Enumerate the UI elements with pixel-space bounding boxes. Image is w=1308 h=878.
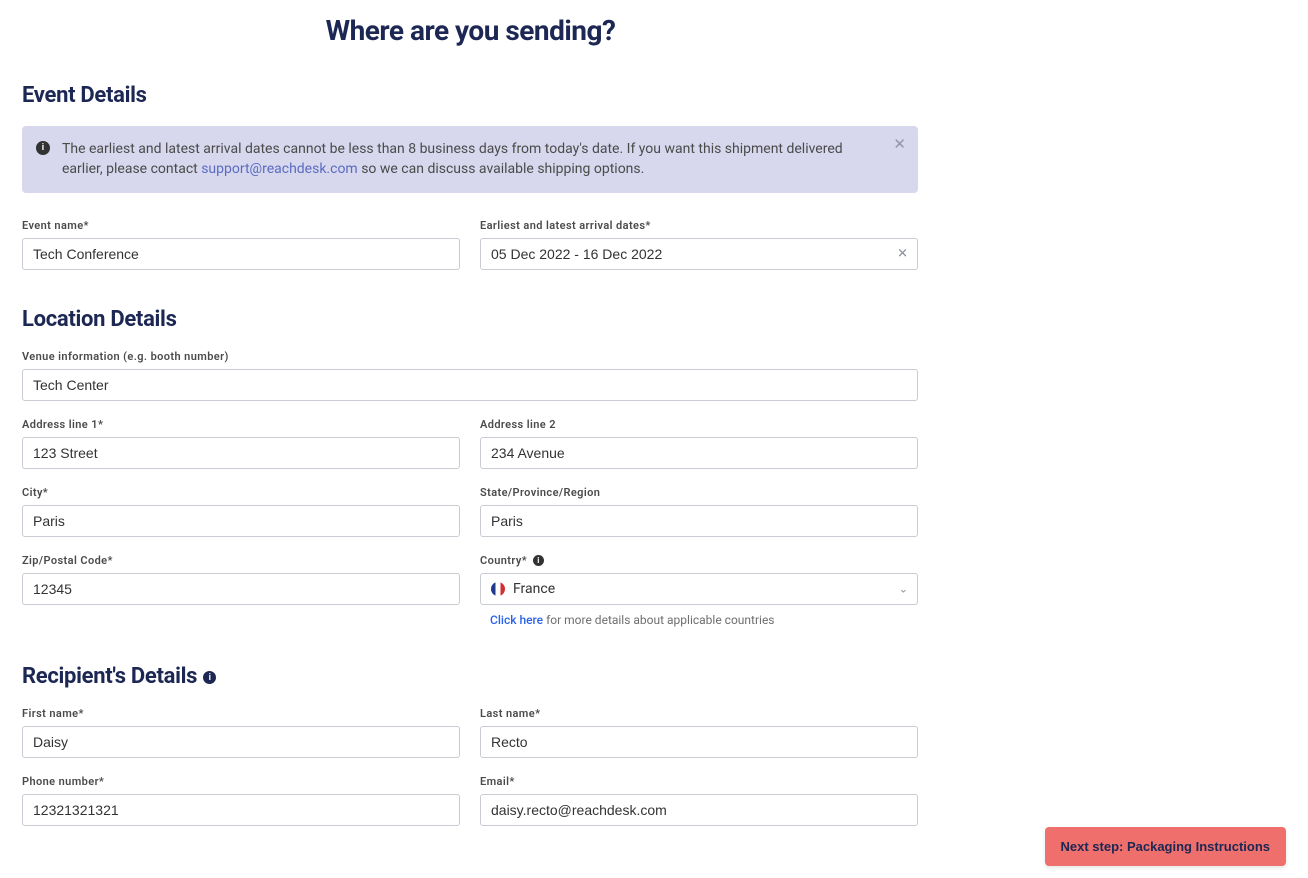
section-title-event: Event Details — [22, 83, 918, 108]
event-name-input[interactable] — [22, 238, 460, 270]
country-select[interactable]: France ⌄ — [480, 573, 918, 605]
venue-label: Venue information (e.g. booth number) — [22, 350, 918, 363]
first-name-input[interactable] — [22, 726, 460, 758]
phone-input[interactable] — [22, 794, 460, 826]
info-banner: i The earliest and latest arrival dates … — [22, 126, 918, 193]
chevron-down-icon: ⌄ — [899, 583, 908, 596]
flag-france-icon — [491, 582, 505, 596]
page-title: Where are you sending? — [22, 14, 919, 47]
info-icon: i — [36, 141, 50, 155]
country-helper-link[interactable]: Click here — [490, 613, 543, 627]
country-helper: Click here for more details about applic… — [480, 613, 918, 627]
info-icon: i — [203, 671, 216, 684]
city-label: City* — [22, 486, 460, 499]
email-input[interactable] — [480, 794, 918, 826]
last-name-input[interactable] — [480, 726, 918, 758]
support-email-link[interactable]: support@reachdesk.com — [201, 161, 358, 177]
address1-label: Address line 1* — [22, 418, 460, 431]
address2-label: Address line 2 — [480, 418, 918, 431]
state-input[interactable] — [480, 505, 918, 537]
close-icon[interactable]: ✕ — [893, 137, 906, 152]
next-step-button[interactable]: Next step: Packaging Instructions — [1045, 827, 1287, 866]
event-name-label: Event name* — [22, 219, 460, 232]
recipient-title-text: Recipient's Details — [22, 664, 197, 689]
city-input[interactable] — [22, 505, 460, 537]
address1-input[interactable] — [22, 437, 460, 469]
address2-input[interactable] — [480, 437, 918, 469]
first-name-label: First name* — [22, 707, 460, 720]
section-title-location: Location Details — [22, 307, 918, 332]
email-label: Email* — [480, 775, 918, 788]
country-label: Country* i — [480, 554, 918, 567]
zip-input[interactable] — [22, 573, 460, 605]
last-name-label: Last name* — [480, 707, 918, 720]
phone-label: Phone number* — [22, 775, 460, 788]
country-label-text: Country* — [480, 554, 527, 567]
arrival-dates-label: Earliest and latest arrival dates* — [480, 219, 918, 232]
info-banner-text-after: so we can discuss available shipping opt… — [358, 161, 645, 177]
section-title-recipient: Recipient's Details i — [22, 664, 918, 689]
zip-label: Zip/Postal Code* — [22, 554, 460, 567]
venue-input[interactable] — [22, 369, 918, 401]
state-label: State/Province/Region — [480, 486, 918, 499]
clear-icon[interactable]: ✕ — [897, 248, 908, 261]
country-value: France — [513, 581, 555, 597]
arrival-dates-input[interactable] — [480, 238, 918, 270]
info-icon: i — [533, 555, 544, 566]
country-helper-text: for more details about applicable countr… — [543, 613, 774, 627]
